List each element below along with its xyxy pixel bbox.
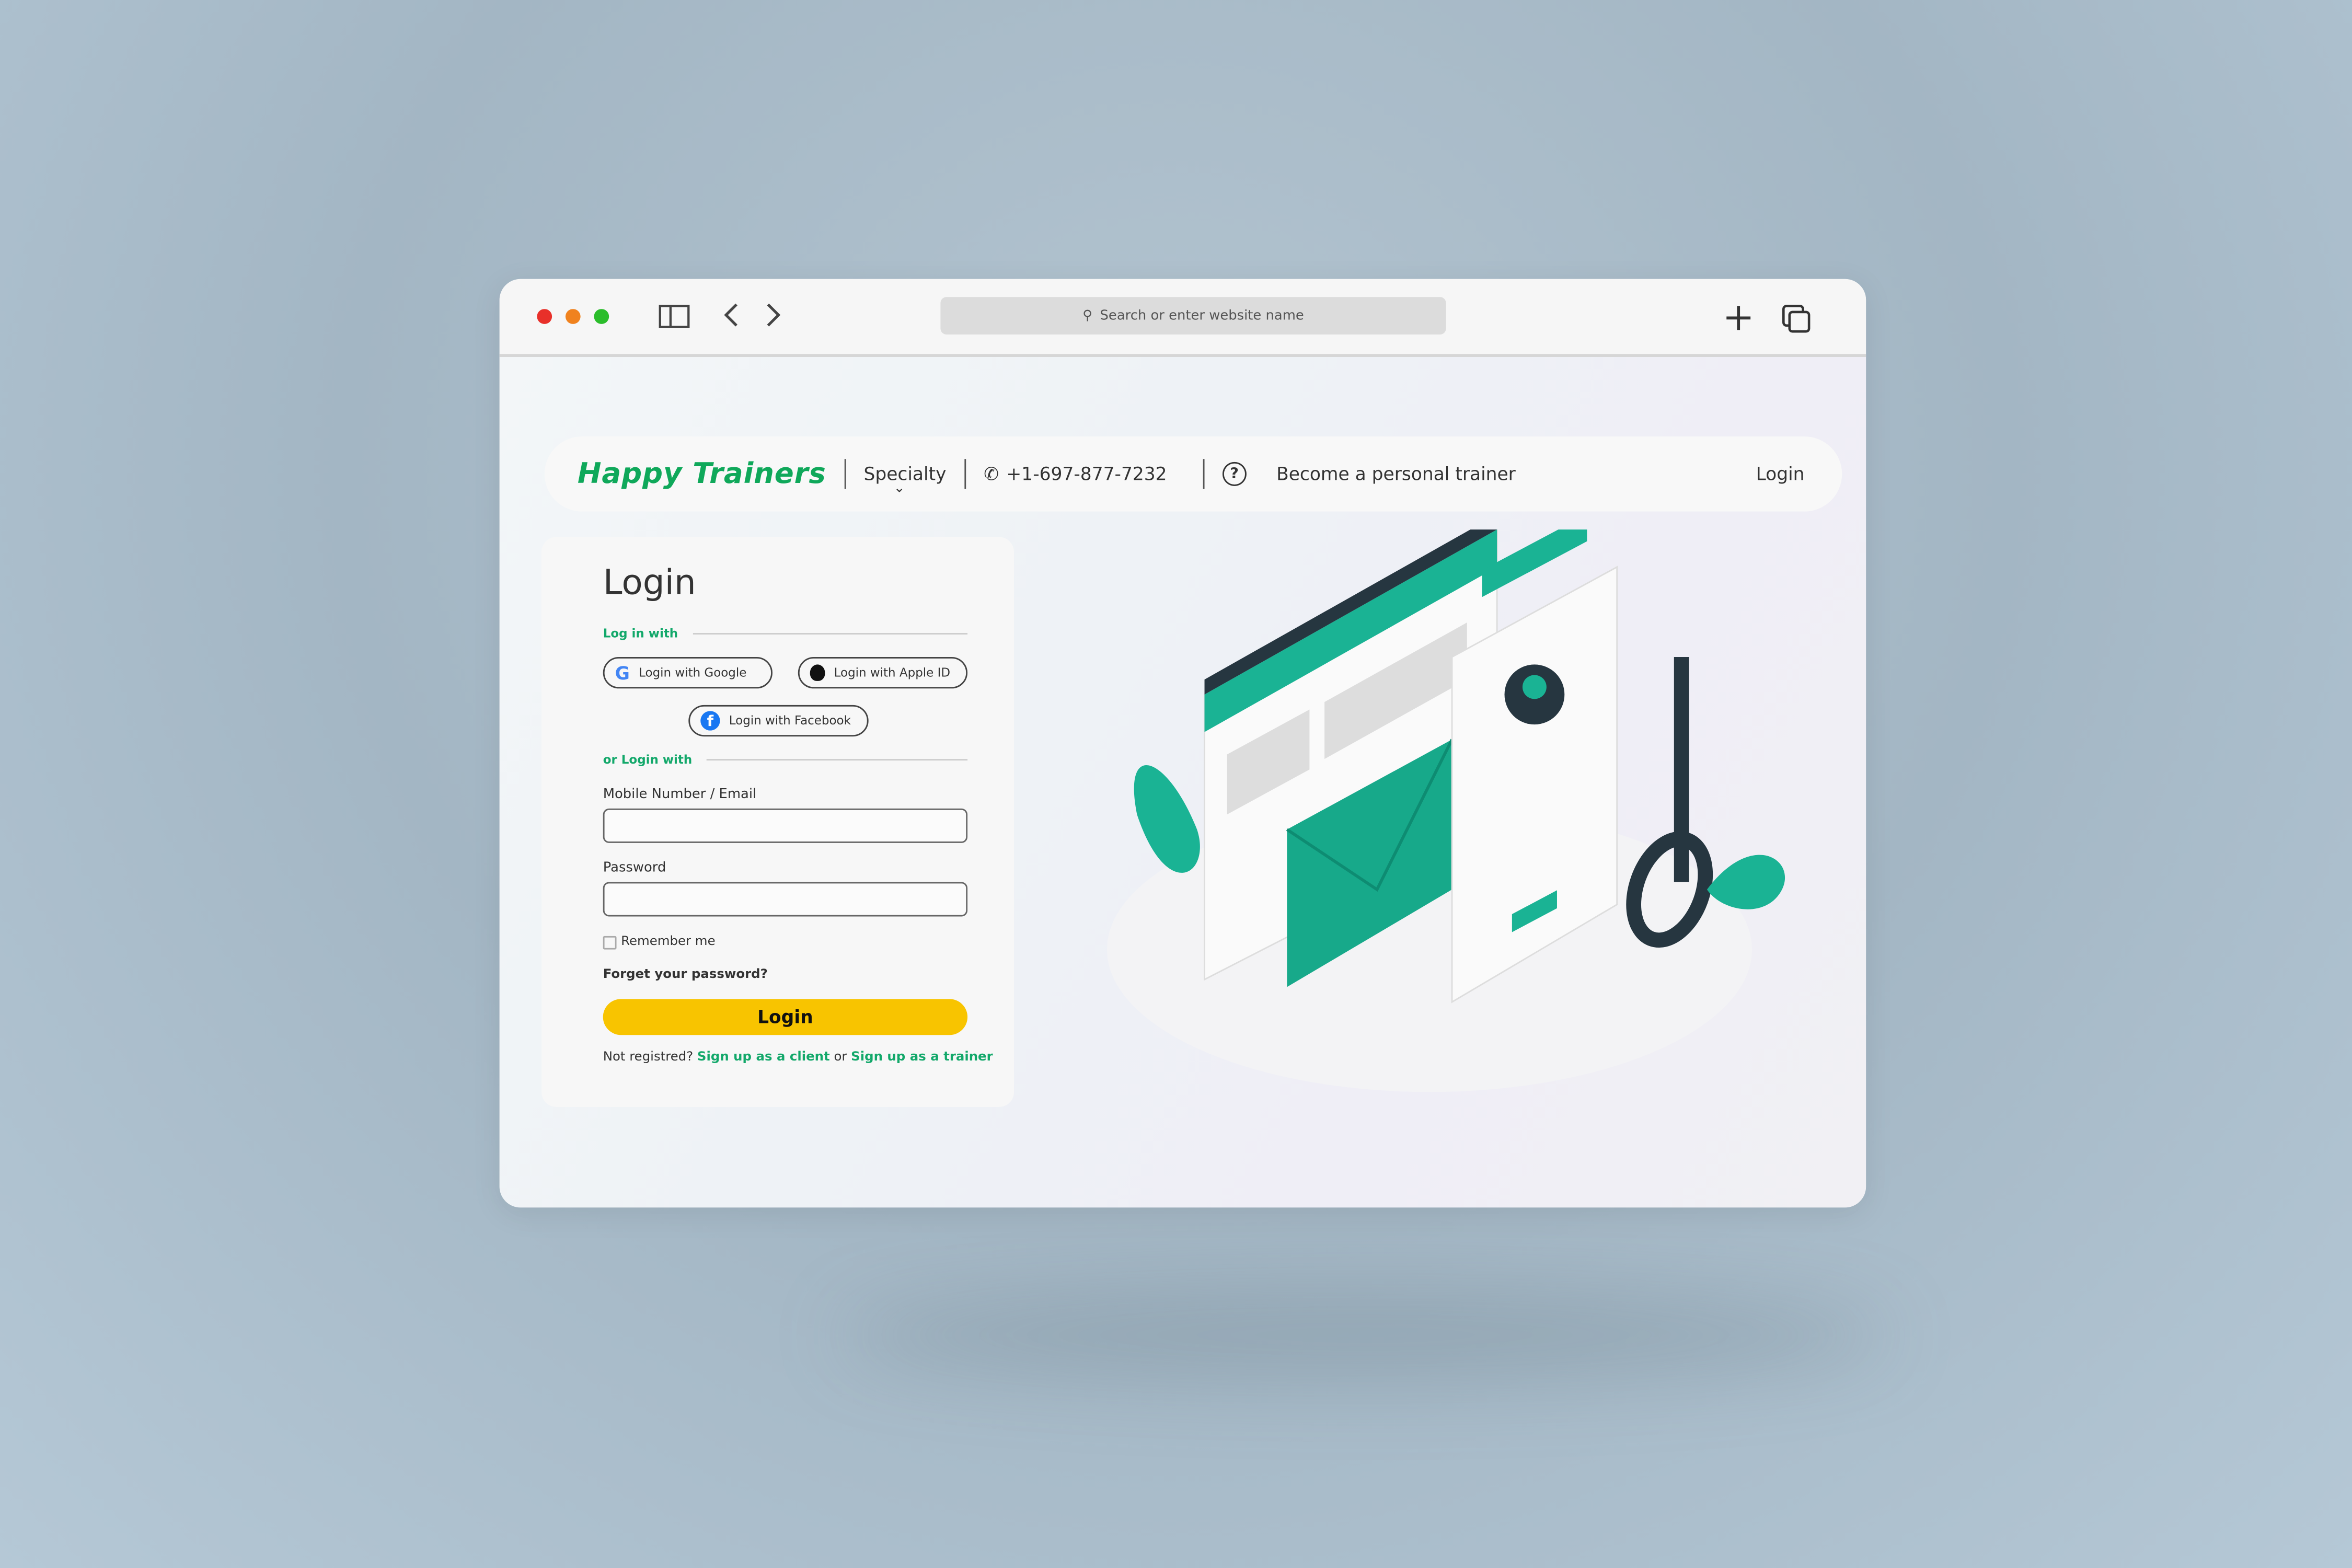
mobile-email-label: Mobile Number / Email [603,787,757,803]
signup-client-link[interactable]: Sign up as a client [697,1050,830,1065]
remember-me-checkbox[interactable] [603,935,617,949]
section-label: Log in with [603,627,678,641]
site-logo[interactable]: Happy Trainers [578,457,826,490]
apple-icon [810,664,825,681]
browser-toolbar: ⚲ Search or enter website name [499,279,1866,358]
login-submit-button[interactable]: Login [603,999,968,1035]
google-icon: G [615,662,630,684]
facebook-label: Login with Facebook [729,714,851,728]
google-login-button[interactable]: G Login with Google [603,657,773,689]
browser-window: ⚲ Search or enter website name Happy Trai… [499,279,1866,1208]
search-icon: ⚲ [1082,308,1093,324]
divider [1203,459,1205,489]
remember-me-label: Remember me [621,934,716,950]
window-shadow [840,1290,1890,1380]
password-label: Password [603,861,666,877]
specialty-dropdown[interactable]: Specialty ⌄ [863,464,946,497]
header-login-link[interactable]: Login [1756,464,1805,485]
divider [707,759,968,761]
chevron-down-icon: ⌄ [893,481,905,497]
site-header: Happy Trainers Specialty ⌄ ✆ +1-697-877-7… [544,436,1842,512]
phone-number[interactable]: +1-697-877-7232 [1006,464,1167,485]
forgot-password-link[interactable]: Forget your password? [603,967,768,983]
tabs-overview-icon[interactable] [1782,305,1812,341]
or-text: or [834,1050,847,1065]
new-tab-icon[interactable] [1725,305,1752,338]
page-content: Happy Trainers Specialty ⌄ ✆ +1-697-877-7… [499,357,1866,1208]
help-icon[interactable]: ? [1222,462,1247,486]
google-label: Login with Google [639,666,747,680]
credentials-section: or Login with [603,753,968,767]
maximize-window-button[interactable] [594,309,609,324]
login-illustration [1106,529,1785,1092]
facebook-icon: f [700,711,720,731]
facebook-login-button[interactable]: f Login with Facebook [688,705,869,737]
login-card: Login Log in with G Login with Google Log… [541,537,1014,1107]
apple-login-button[interactable]: Login with Apple ID [798,657,968,689]
sidebar-toggle-icon[interactable] [659,305,690,335]
close-window-button[interactable] [537,309,552,324]
not-registered-text: Not registred? [603,1050,694,1065]
login-title: Login [603,564,696,603]
address-bar[interactable]: ⚲ Search or enter website name [940,297,1446,335]
signup-trainer-link[interactable]: Sign up as a trainer [851,1050,993,1065]
apple-label: Login with Apple ID [834,666,951,680]
section-label: or Login with [603,753,693,767]
social-login-section: Log in with [603,627,968,641]
divider [693,633,968,635]
mobile-email-input[interactable] [603,808,968,843]
phone-icon: ✆ [984,463,999,485]
back-icon[interactable] [721,302,739,335]
forward-icon[interactable] [765,302,783,335]
divider [844,459,846,489]
address-placeholder: Search or enter website name [1100,308,1304,324]
divider [964,459,966,489]
password-input[interactable] [603,882,968,917]
minimize-window-button[interactable] [565,309,581,324]
become-trainer-link[interactable]: Become a personal trainer [1276,464,1516,485]
